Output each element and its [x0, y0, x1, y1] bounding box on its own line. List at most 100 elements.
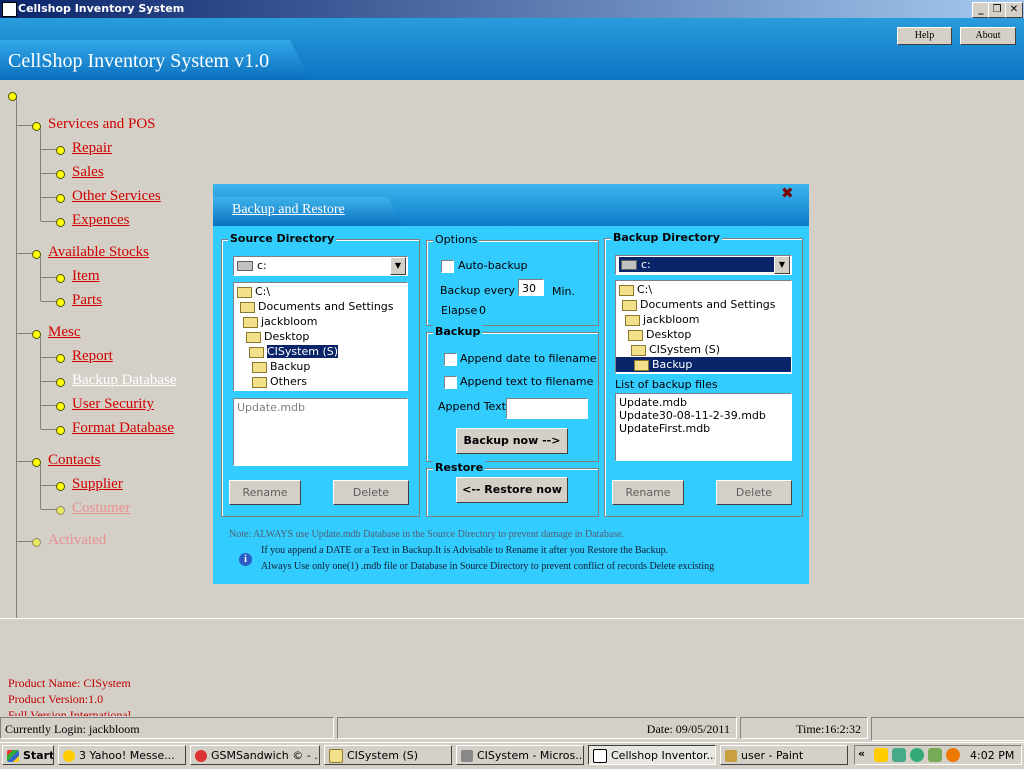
folder-label: Documents and Settings [640, 298, 776, 311]
tree-item-backup-database[interactable]: Backup Database [72, 372, 177, 389]
folder-open-icon [625, 314, 640, 326]
taskbar-item-label: Cellshop Inventor... [611, 749, 716, 762]
tree-connector [41, 149, 57, 150]
backup-drive-select[interactable]: c: ▼ [615, 255, 792, 275]
folder-item[interactable]: CISystem (S) [631, 342, 720, 357]
tree-node-icon [32, 330, 41, 339]
tray-network-icon[interactable] [892, 748, 906, 762]
about-button[interactable]: About [960, 27, 1016, 45]
backup-delete-button[interactable]: Delete [716, 480, 792, 505]
product-version: Product Version:1.0 [8, 692, 104, 706]
restore-label: Restore [433, 461, 486, 474]
close-button[interactable]: ✕ [1005, 2, 1023, 18]
tree-group-activated[interactable]: Activated [48, 532, 106, 549]
info-icon: i [239, 553, 252, 566]
restore-button[interactable]: ❐ [988, 2, 1006, 18]
taskbar-item-cellshop[interactable]: Cellshop Inventor... [588, 745, 716, 765]
tree-item-supplier[interactable]: Supplier [72, 476, 123, 493]
elapse-label: Elapse [441, 304, 478, 317]
folder-item[interactable]: jackbloom [625, 312, 699, 327]
backup-label: Backup [433, 325, 483, 338]
backup-now-button[interactable]: Backup now --> [456, 428, 568, 454]
backup-directory-label: Backup Directory [611, 231, 722, 244]
tree-item-item[interactable]: Item [72, 268, 100, 285]
folder-item[interactable]: Documents and Settings [622, 297, 776, 312]
append-text-checkbox[interactable] [444, 376, 457, 389]
cellshop-app-icon [593, 749, 607, 763]
restore-now-button[interactable]: <-- Restore now [456, 477, 568, 503]
folder-open-icon [246, 331, 261, 343]
tree-item-costumer[interactable]: Costumer [72, 500, 130, 517]
backup-folder-list[interactable]: C:\ Documents and Settings jackbloom Des… [615, 280, 792, 374]
folder-item[interactable]: C:\ [237, 284, 270, 299]
tree-item-sales[interactable]: Sales [72, 164, 104, 181]
append-text-input[interactable] [506, 398, 588, 419]
tree-node-icon [32, 250, 41, 259]
chevron-down-icon[interactable]: ▼ [774, 256, 790, 274]
backup-every-input[interactable]: 30 [518, 279, 544, 296]
source-drive-select[interactable]: c: ▼ [233, 256, 408, 276]
tree-group-available-stocks[interactable]: Available Stocks [48, 244, 149, 261]
tree-item-other-services[interactable]: Other Services [72, 188, 161, 205]
folder-item-selected[interactable]: CISystem (S) [234, 344, 407, 359]
windows-logo-icon [7, 750, 19, 762]
taskbar-item-yahoo[interactable]: 3 Yahoo! Messe... [58, 745, 186, 765]
tray-messenger-icon[interactable] [910, 748, 924, 762]
tree-group-services[interactable]: Services and POS [48, 116, 156, 133]
tray-mail-icon[interactable] [874, 748, 888, 762]
folder-open-icon [628, 329, 643, 341]
status-panel [871, 717, 1024, 741]
tree-node-icon [56, 170, 65, 179]
source-rename-button[interactable]: Rename [229, 480, 301, 505]
tree-item-repair[interactable]: Repair [72, 140, 112, 157]
folder-item[interactable]: Others [252, 374, 307, 389]
folder-item[interactable]: Backup [252, 359, 310, 374]
tree-node-icon [56, 482, 65, 491]
tree-item-expences[interactable]: Expences [72, 212, 129, 229]
tree-item-format-database[interactable]: Format Database [72, 420, 174, 437]
backup-file-item[interactable]: UpdateFirst.mdb [619, 421, 710, 436]
source-file-item[interactable]: Update.mdb [237, 400, 305, 415]
source-delete-button[interactable]: Delete [333, 480, 409, 505]
folder-item[interactable]: jackbloom [243, 314, 317, 329]
start-label: Start [23, 749, 54, 762]
chevron-down-icon[interactable]: ▼ [390, 257, 406, 275]
tree-node-icon [32, 458, 41, 467]
taskbar-item-label: user - Paint [741, 749, 804, 762]
start-button[interactable]: Start [2, 745, 54, 765]
tree-branch-line [40, 465, 41, 509]
folder-item[interactable]: C:\ [619, 282, 652, 297]
append-date-checkbox[interactable] [444, 353, 457, 366]
taskbar-item-gsmsandwich[interactable]: GSMSandwich © - ... [190, 745, 320, 765]
tree-item-user-security[interactable]: User Security [72, 396, 154, 413]
taskbar-item-cisystem-folder[interactable]: CISystem (S) [324, 745, 452, 765]
source-folder-list[interactable]: C:\ Documents and Settings jackbloom Des… [233, 282, 408, 391]
tree-item-parts[interactable]: Parts [72, 292, 102, 309]
product-name: Product Name: CISystem [8, 676, 131, 690]
taskbar-item-paint[interactable]: user - Paint [720, 745, 848, 765]
window-title-bar[interactable]: Cellshop Inventory System [0, 0, 1024, 18]
folder-item[interactable]: Desktop [246, 329, 309, 344]
tray-security-icon[interactable] [928, 748, 942, 762]
tray-expand-icon[interactable]: « [858, 747, 865, 760]
status-login: Currently Login: jackbloom [0, 717, 334, 739]
dialog-close-icon[interactable]: ✖ [781, 184, 794, 202]
tree-group-contacts[interactable]: Contacts [48, 452, 101, 469]
source-directory-label: Source Directory [228, 232, 337, 245]
folder-item-selected[interactable]: Backup [616, 357, 791, 372]
tree-group-mesc[interactable]: Mesc [48, 324, 81, 341]
folder-item[interactable]: Documents and Settings [240, 299, 394, 314]
source-file-list[interactable]: Update.mdb [233, 398, 408, 466]
taskbar-item-label: CISystem (S) [347, 749, 419, 762]
tree-item-report[interactable]: Report [72, 348, 113, 365]
tree-node-icon [56, 378, 65, 387]
tray-update-icon[interactable] [946, 748, 960, 762]
folder-open-icon [634, 359, 649, 371]
backup-rename-button[interactable]: Rename [612, 480, 684, 505]
folder-item[interactable]: Desktop [628, 327, 691, 342]
help-button[interactable]: Help [897, 27, 952, 45]
auto-backup-checkbox[interactable] [441, 260, 454, 273]
taskbar-item-cisystem-micros[interactable]: CISystem - Micros... [456, 745, 584, 765]
backup-file-list[interactable]: Update.mdb Update30-08-11-2-39.mdb Updat… [615, 393, 792, 461]
folder-label: Others [270, 375, 307, 388]
